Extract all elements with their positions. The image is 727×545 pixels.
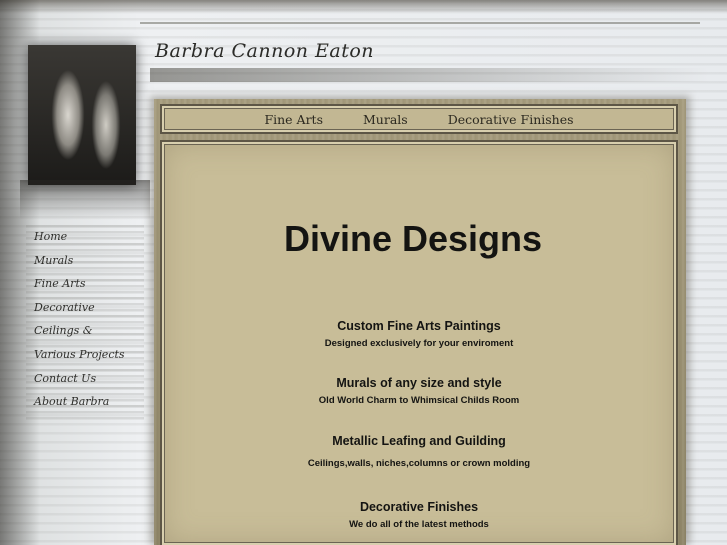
page-headline: Divine Designs [283, 218, 543, 259]
service-item: Murals of any size and style Old World C… [160, 376, 678, 406]
service-title: Murals of any size and style [336, 376, 502, 390]
header-rule [140, 22, 700, 24]
service-item: Custom Fine Arts Paintings Designed excl… [160, 319, 678, 349]
service-description: Old World Charm to Whimsical Childs Room [318, 395, 520, 406]
nav-various-projects[interactable]: Various Projects [34, 347, 144, 371]
left-nav: Home Murals Fine Arts Decorative Ceiling… [34, 229, 144, 418]
service-item: Decorative Finishes We do all of the lat… [160, 500, 678, 530]
top-menu-bar: Fine Arts Murals Decorative Finishes [160, 104, 678, 134]
service-item: Metallic Leafing and Guilding Ceilings,w… [160, 434, 678, 469]
service-title: Metallic Leafing and Guilding [332, 434, 506, 448]
site-title: Barbra Cannon Eaton [155, 40, 375, 62]
paint-tubes-photo [28, 45, 136, 185]
nav-decorative[interactable]: Decorative [34, 300, 144, 324]
service-description: We do all of the latest methods [349, 519, 489, 530]
nav-ceilings[interactable]: Ceilings & [34, 323, 144, 347]
service-title: Custom Fine Arts Paintings [337, 319, 501, 333]
menu-murals[interactable]: Murals [363, 112, 408, 127]
nav-home[interactable]: Home [34, 229, 144, 253]
service-description: Ceilings,walls, niches,columns or crown … [307, 458, 531, 469]
service-description: Designed exclusively for your enviroment [324, 338, 514, 349]
nav-fine-arts[interactable]: Fine Arts [34, 276, 144, 300]
nav-contact-us[interactable]: Contact Us [34, 371, 144, 395]
menu-fine-arts[interactable]: Fine Arts [264, 112, 323, 127]
nav-about-barbra[interactable]: About Barbra [34, 394, 144, 418]
service-title: Decorative Finishes [359, 500, 479, 514]
title-brush-stroke [150, 68, 710, 82]
menu-decorative-finishes[interactable]: Decorative Finishes [448, 112, 574, 127]
photo-shadow [20, 180, 150, 220]
nav-murals[interactable]: Murals [34, 253, 144, 277]
